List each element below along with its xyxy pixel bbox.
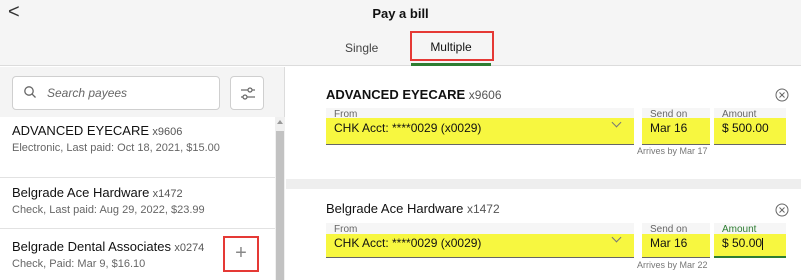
amount-label: Amount (722, 109, 757, 120)
payee-detail: Check, Last paid: Aug 29, 2022, $23.99 (12, 204, 205, 216)
send-on-date-field[interactable]: Send on Mar 16 (642, 223, 710, 258)
scrollbar-thumb[interactable] (276, 131, 284, 280)
scroll-up-arrow-icon[interactable] (277, 120, 283, 124)
payee-list-scrollbar[interactable] (275, 117, 285, 280)
send-on-date-field[interactable]: Send on Mar 16 (642, 108, 710, 145)
from-label: From (334, 224, 358, 235)
from-account-select[interactable]: From CHK Acct: ****0029 (x0029) (326, 108, 634, 145)
tab-single[interactable]: Single (345, 41, 378, 55)
send-on-value: Mar 16 (650, 236, 688, 250)
page-header: < Pay a bill Single Multiple (0, 0, 801, 66)
search-input[interactable] (47, 83, 212, 103)
payee-list-item[interactable]: ADVANCED EYECARE x9606 Electronic, Last … (0, 117, 275, 178)
payment-payee-name: ADVANCED EYECARE (326, 87, 466, 102)
from-value: CHK Acct: ****0029 (x0029) (334, 236, 482, 250)
send-on-label: Send on (650, 109, 688, 120)
amount-value: $ 50.00 (722, 236, 763, 250)
payee-account: x9606 (152, 126, 183, 138)
payment-payee-name: Belgrade Ace Hardware (326, 201, 464, 216)
payment-payee-account: x9606 (468, 88, 502, 102)
payment-payee: ADVANCED EYECARE x9606 (326, 87, 502, 102)
search-box (12, 76, 220, 110)
amount-input-content: $ 50.00 (722, 236, 764, 250)
text-cursor (762, 237, 764, 250)
payment-payee-account: x1472 (466, 202, 500, 216)
close-icon[interactable] (775, 88, 789, 102)
payment-card: Belgrade Ace Hardware x1472 From CHK Acc… (286, 189, 801, 280)
send-on-value: Mar 16 (650, 121, 688, 135)
payee-name: Belgrade Dental Associates (12, 239, 171, 254)
payee-detail: Electronic, Last paid: Oct 18, 2021, $15… (12, 142, 220, 154)
amount-label: Amount (722, 224, 757, 235)
from-value: CHK Acct: ****0029 (x0029) (334, 121, 482, 135)
from-account-select[interactable]: From CHK Acct: ****0029 (x0029) (326, 223, 634, 258)
add-payee-button[interactable]: + (226, 239, 256, 269)
payee-account: x1472 (152, 188, 183, 200)
tab-multiple[interactable]: Multiple (411, 32, 491, 57)
payee-list-item[interactable]: Belgrade Ace Hardware x1472 Check, Last … (0, 179, 275, 229)
payee-name: ADVANCED EYECARE (12, 123, 150, 138)
payment-panel: ADVANCED EYECARE x9606 From CHK Acct: **… (286, 67, 801, 280)
close-icon[interactable] (775, 203, 789, 217)
arrives-by-text: Arrives by Mar 17 (637, 146, 708, 156)
payment-card: ADVANCED EYECARE x9606 From CHK Acct: **… (286, 67, 801, 179)
page-title: Pay a bill (372, 6, 429, 21)
payment-payee: Belgrade Ace Hardware x1472 (326, 201, 500, 216)
card-separator (286, 179, 801, 189)
sliders-icon (241, 87, 255, 100)
active-tab-indicator (411, 63, 491, 66)
send-on-label: Send on (650, 224, 688, 235)
amount-input[interactable]: Amount $ 50.00 (714, 223, 786, 258)
search-icon (24, 86, 36, 98)
amount-input[interactable]: Amount $ 500.00 (714, 108, 786, 145)
arrives-by-text: Arrives by Mar 22 (637, 260, 708, 270)
payee-name: Belgrade Ace Hardware (12, 185, 150, 200)
filter-button[interactable] (230, 76, 264, 110)
from-label: From (334, 109, 358, 120)
amount-value: $ 500.00 (722, 121, 769, 135)
payee-account: x0274 (174, 242, 205, 254)
payee-panel: ADVANCED EYECARE x9606 Electronic, Last … (0, 67, 285, 280)
